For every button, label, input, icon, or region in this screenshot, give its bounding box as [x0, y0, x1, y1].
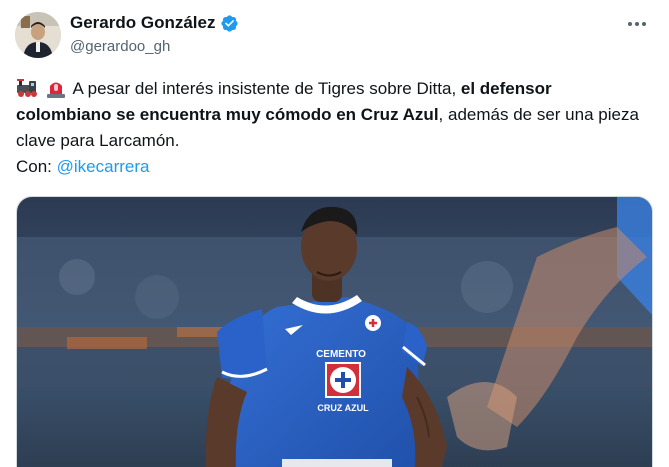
more-dot: [642, 22, 646, 26]
jersey-sponsor-text: CEMENTO: [316, 349, 366, 360]
more-dot: [628, 22, 632, 26]
tweet-media-photo[interactable]: CEMENTO CRUZ AZUL: [16, 196, 653, 467]
credit-prefix: Con:: [16, 157, 57, 176]
tweet-text: A pesar del interés insistente de Tigres…: [16, 76, 646, 180]
jersey-club-text: CRUZ AZUL: [317, 403, 369, 413]
author-avatar[interactable]: [15, 12, 61, 58]
more-dot: [635, 22, 639, 26]
tweet-text-part1: A pesar del interés insistente de Tigres…: [68, 79, 461, 98]
rotating-light-icon: [46, 82, 65, 98]
author-name-row: Gerardo González: [70, 13, 239, 33]
author-display-name[interactable]: Gerardo González: [70, 13, 215, 33]
mention-link[interactable]: @ikecarrera: [57, 157, 150, 176]
player-photo: CEMENTO CRUZ AZUL: [17, 197, 652, 467]
verified-badge-icon[interactable]: [220, 14, 239, 33]
steam-locomotive-icon: [17, 79, 37, 97]
avatar-image: [15, 12, 61, 58]
more-options-icon[interactable]: [625, 12, 649, 36]
author-handle[interactable]: @gerardoo_gh: [70, 38, 170, 55]
